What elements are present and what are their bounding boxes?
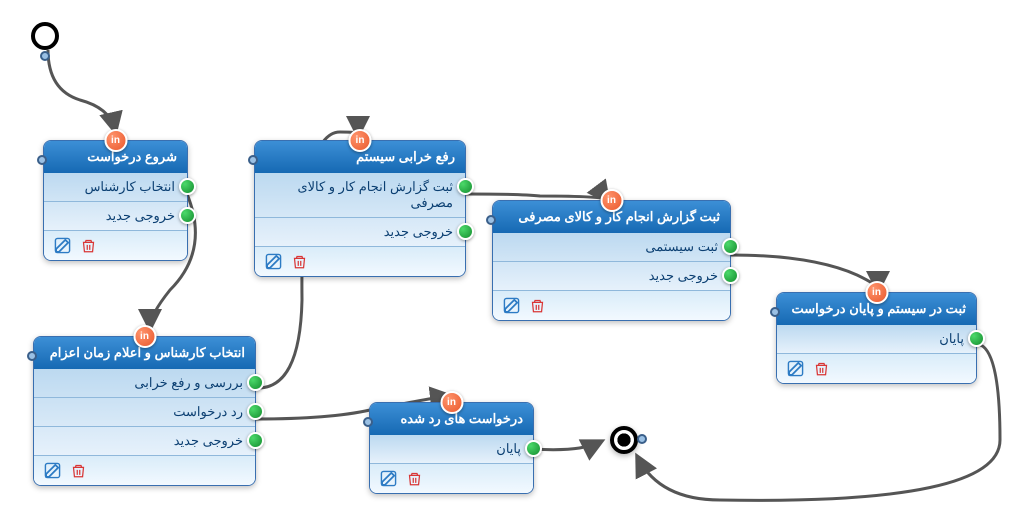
- in-port-icon: in: [349, 129, 372, 152]
- node-start-request[interactable]: in شروع درخواست انتخاب کارشناس خروجی جدی…: [43, 140, 188, 261]
- node-footer: [44, 230, 187, 260]
- node-in-dot: [486, 215, 496, 225]
- start-out-port: [40, 51, 50, 61]
- node-output[interactable]: خروجی جدید: [34, 426, 255, 455]
- node-register-report[interactable]: in ثبت گزارش انجام کار و کالای مصرفی ثبت…: [492, 200, 731, 321]
- in-port-icon: in: [865, 281, 888, 304]
- node-footer: [255, 246, 465, 276]
- in-port-icon: in: [133, 325, 156, 348]
- node-output[interactable]: بررسی و رفع خرابی: [34, 369, 255, 397]
- node-in-dot: [27, 351, 37, 361]
- in-port-icon: in: [104, 129, 127, 152]
- trash-icon[interactable]: [407, 470, 422, 487]
- in-port-icon: in: [440, 391, 463, 414]
- edit-icon[interactable]: [44, 462, 61, 479]
- trash-icon[interactable]: [71, 462, 86, 479]
- node-output[interactable]: پایان: [370, 435, 533, 463]
- node-output[interactable]: خروجی جدید: [493, 261, 730, 290]
- in-port-icon: in: [600, 189, 623, 212]
- edit-icon[interactable]: [265, 253, 282, 270]
- node-footer: [34, 455, 255, 485]
- end-in-port: [637, 434, 647, 444]
- node-in-dot: [37, 155, 47, 165]
- node-output[interactable]: انتخاب کارشناس: [44, 173, 187, 201]
- node-in-dot: [770, 307, 780, 317]
- trash-icon[interactable]: [814, 360, 829, 377]
- node-output[interactable]: ثبت گزارش انجام کار و کالای مصرفی: [255, 173, 465, 217]
- node-in-dot: [363, 417, 373, 427]
- edit-icon[interactable]: [380, 470, 397, 487]
- trash-icon[interactable]: [81, 237, 96, 254]
- trash-icon[interactable]: [292, 253, 307, 270]
- edit-icon[interactable]: [54, 237, 71, 254]
- node-footer: [777, 353, 976, 383]
- node-output[interactable]: ثبت سیستمی: [493, 233, 730, 261]
- node-rejected[interactable]: in درخواست های رد شده پایان: [369, 402, 534, 494]
- node-output[interactable]: پایان: [777, 325, 976, 353]
- node-footer: [370, 463, 533, 493]
- edit-icon[interactable]: [503, 297, 520, 314]
- node-output[interactable]: رد درخواست: [34, 397, 255, 426]
- node-fix-system[interactable]: in رفع خرابی سیستم ثبت گزارش انجام کار و…: [254, 140, 466, 277]
- edit-icon[interactable]: [787, 360, 804, 377]
- start-node[interactable]: [31, 22, 59, 50]
- node-output[interactable]: خروجی جدید: [255, 217, 465, 246]
- node-output[interactable]: خروجی جدید: [44, 201, 187, 230]
- trash-icon[interactable]: [530, 297, 545, 314]
- node-finalize[interactable]: in ثبت در سیستم و پایان درخواست پایان: [776, 292, 977, 384]
- node-select-expert[interactable]: in انتخاب کارشناس و اعلام زمان اعزام برر…: [33, 336, 256, 486]
- end-node[interactable]: [610, 426, 638, 454]
- node-footer: [493, 290, 730, 320]
- node-in-dot: [248, 155, 258, 165]
